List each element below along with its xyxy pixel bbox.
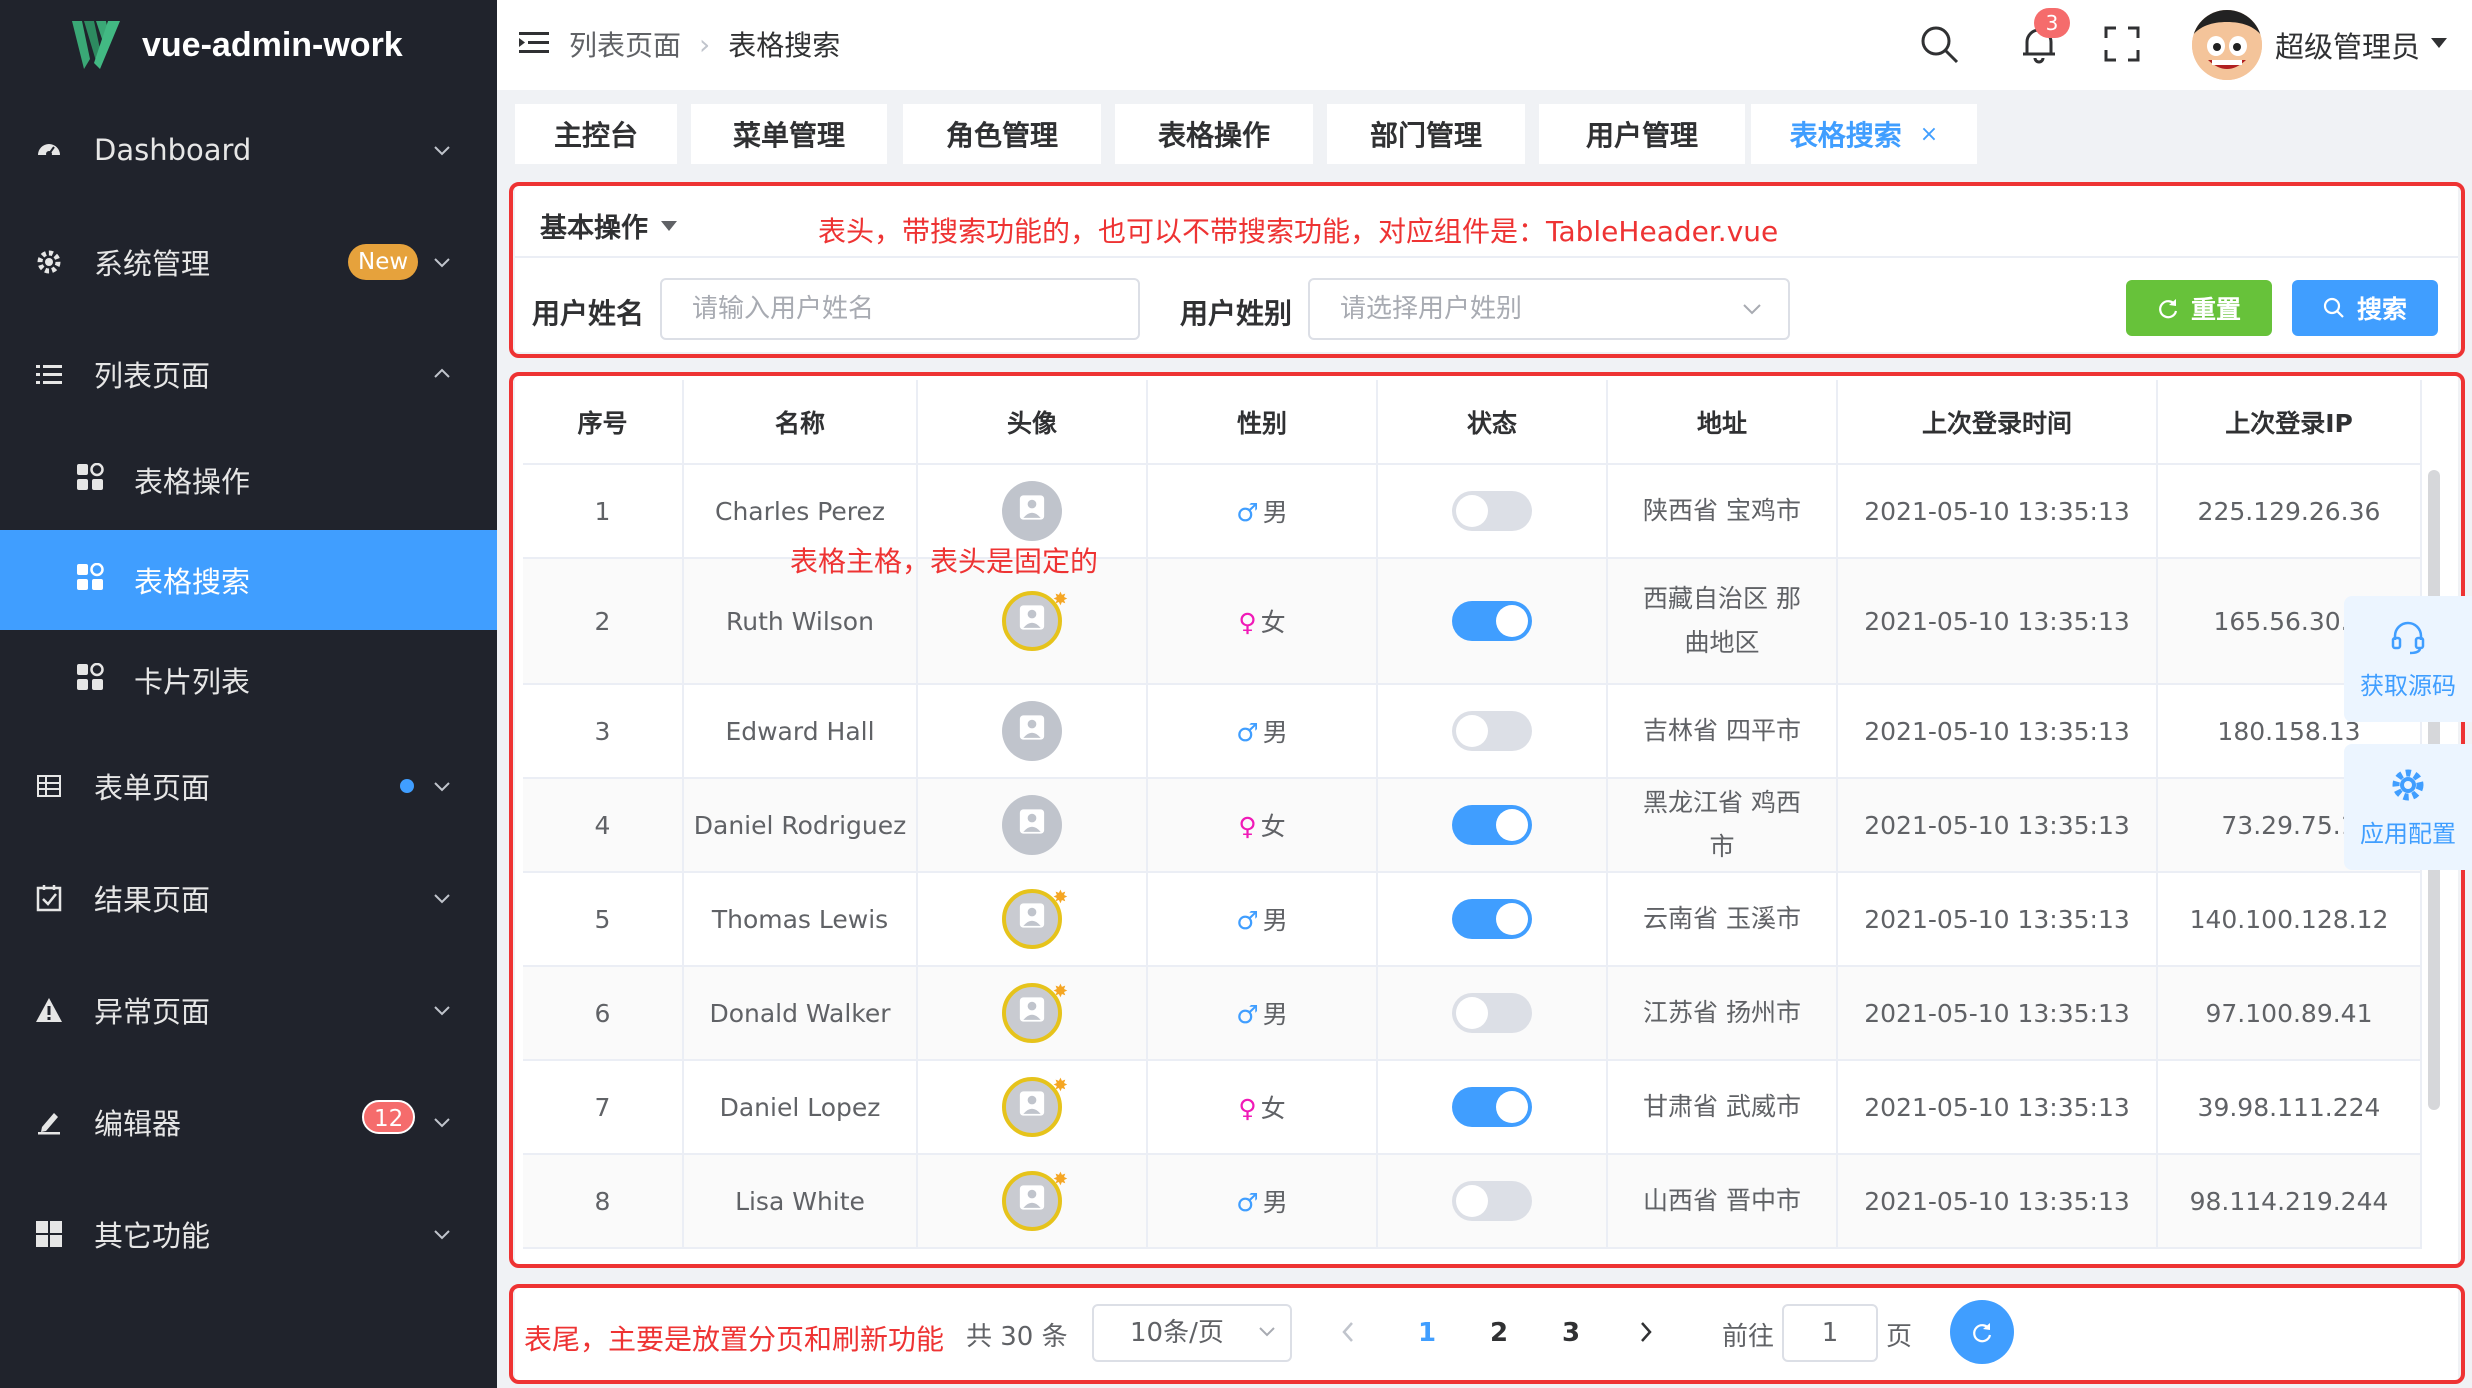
annotation-box-footer (509, 1284, 2465, 1384)
breadcrumb-current: 表格搜索 (728, 29, 841, 62)
notification-dot (400, 779, 414, 793)
annotation-box-header (509, 182, 2465, 358)
tab-label: 表格操作 (1157, 119, 1270, 152)
warning-icon (34, 995, 64, 1025)
breadcrumb: 列表页面 › 表格搜索 (569, 24, 840, 64)
tab-bar: 主控台 菜单管理 角色管理 表格操作 部门管理 用户管理 表格搜索 × (497, 90, 2472, 174)
tab-close-icon[interactable]: × (1920, 122, 1938, 147)
app-root: vue-admin-work Dashboard 系统管理 列表页面 表格操作 … (0, 0, 2472, 1388)
grid-icon (34, 1219, 64, 1249)
sidebar-item-label: 编辑器 (94, 1107, 182, 1141)
gear-icon (34, 247, 64, 277)
chevron-down-icon (434, 1118, 450, 1128)
fullscreen-icon[interactable] (2100, 22, 2144, 66)
tab-user-manage[interactable]: 用户管理 (1539, 104, 1745, 164)
sidebar-item-label: 列表页面 (94, 359, 211, 393)
get-source-label: 获取源码 (2360, 671, 2456, 700)
apps-icon (76, 662, 104, 698)
new-badge-display: New (348, 244, 419, 280)
sidebar-item-label: 异常页面 (94, 995, 211, 1029)
chevron-down-icon (434, 258, 450, 268)
tab-role-manage[interactable]: 角色管理 (903, 104, 1101, 164)
gear-icon (2392, 769, 2424, 800)
logo[interactable]: vue-admin-work (0, 0, 497, 90)
tab-dashboard[interactable]: 主控台 (515, 104, 677, 164)
table-icon (34, 771, 64, 801)
notification-count-badge: 3 (2034, 8, 2070, 38)
sidebar-item-label: 结果页面 (94, 883, 211, 917)
apps-icon (76, 562, 104, 598)
headset-icon (2391, 621, 2425, 654)
sidebar-subitem-table-ops[interactable]: 表格操作 (0, 430, 497, 530)
app-config-button[interactable]: 应用配置 (2344, 744, 2472, 870)
tab-table-ops[interactable]: 表格操作 (1115, 104, 1313, 164)
tab-label: 角色管理 (945, 119, 1058, 152)
get-source-button[interactable]: 获取源码 (2344, 596, 2472, 722)
app-title: vue-admin-work (142, 25, 403, 64)
tab-menu-manage[interactable]: 菜单管理 (691, 104, 887, 164)
sidebar-item-other[interactable]: 其它功能 (0, 1194, 497, 1274)
sidebar-item-system[interactable]: 系统管理 (0, 222, 497, 302)
top-header: 列表页面 › 表格搜索 3 超级管理员 (497, 0, 2472, 90)
sidebar-subitem-card-list[interactable]: 卡片列表 (0, 630, 497, 730)
sidebar-subitem-label: 表格操作 (134, 465, 251, 499)
tab-label: 菜单管理 (732, 119, 845, 152)
sidebar-item-exception[interactable]: 异常页面 (0, 970, 497, 1050)
menu-fold-icon[interactable] (519, 30, 549, 56)
caret-down-icon[interactable] (2429, 36, 2449, 50)
breadcrumb-separator-icon: › (699, 27, 711, 61)
chevron-down-icon (434, 1006, 450, 1016)
sidebar-subitem-label: 表格搜索 (134, 565, 251, 599)
chevron-up-icon (434, 368, 450, 378)
annotation-box-body (509, 372, 2465, 1268)
checklist-icon (34, 883, 64, 913)
sidebar-subitem-table-search[interactable]: 表格搜索 (0, 530, 497, 630)
sidebar-item-result[interactable]: 结果页面 (0, 858, 497, 938)
user-avatar[interactable] (2192, 10, 2262, 80)
sidebar-item-label: 系统管理 (94, 247, 211, 281)
app-config-label: 应用配置 (2360, 819, 2456, 848)
tab-dept-manage[interactable]: 部门管理 (1327, 104, 1525, 164)
chevron-down-icon (434, 1230, 450, 1240)
tab-label: 用户管理 (1585, 119, 1698, 152)
chevron-down-icon (434, 146, 450, 156)
editor-count-badge: 12 (362, 1100, 416, 1134)
sidebar-subitem-label: 卡片列表 (134, 665, 251, 699)
dashboard-icon (34, 135, 64, 165)
list-icon (34, 359, 64, 389)
search-icon[interactable] (1917, 22, 1961, 66)
sidebar-item-label: Dashboard (94, 133, 252, 167)
tab-label: 主控台 (553, 119, 638, 152)
user-name[interactable]: 超级管理员 (2275, 24, 2420, 66)
tab-label: 表格搜索 (1789, 119, 1902, 152)
sidebar-item-label: 其它功能 (94, 1219, 211, 1253)
sidebar-item-dashboard[interactable]: Dashboard (0, 110, 497, 190)
chevron-down-icon (434, 782, 450, 792)
breadcrumb-item[interactable]: 列表页面 (569, 24, 681, 64)
sidebar-item-list[interactable]: 列表页面 (0, 334, 497, 414)
edit-icon (34, 1107, 64, 1137)
sidebar: vue-admin-work Dashboard 系统管理 列表页面 表格操作 … (0, 0, 497, 1388)
sidebar-item-label: 表单页面 (94, 771, 211, 805)
apps-icon (76, 462, 104, 498)
chevron-down-icon (434, 894, 450, 904)
tab-table-search[interactable]: 表格搜索 × (1751, 104, 1977, 164)
sidebar-item-form[interactable]: 表单页面 (0, 746, 497, 826)
tab-label: 部门管理 (1369, 119, 1482, 152)
logo-mark (72, 21, 120, 69)
sidebar-item-editor[interactable]: 编辑器 (0, 1082, 497, 1162)
